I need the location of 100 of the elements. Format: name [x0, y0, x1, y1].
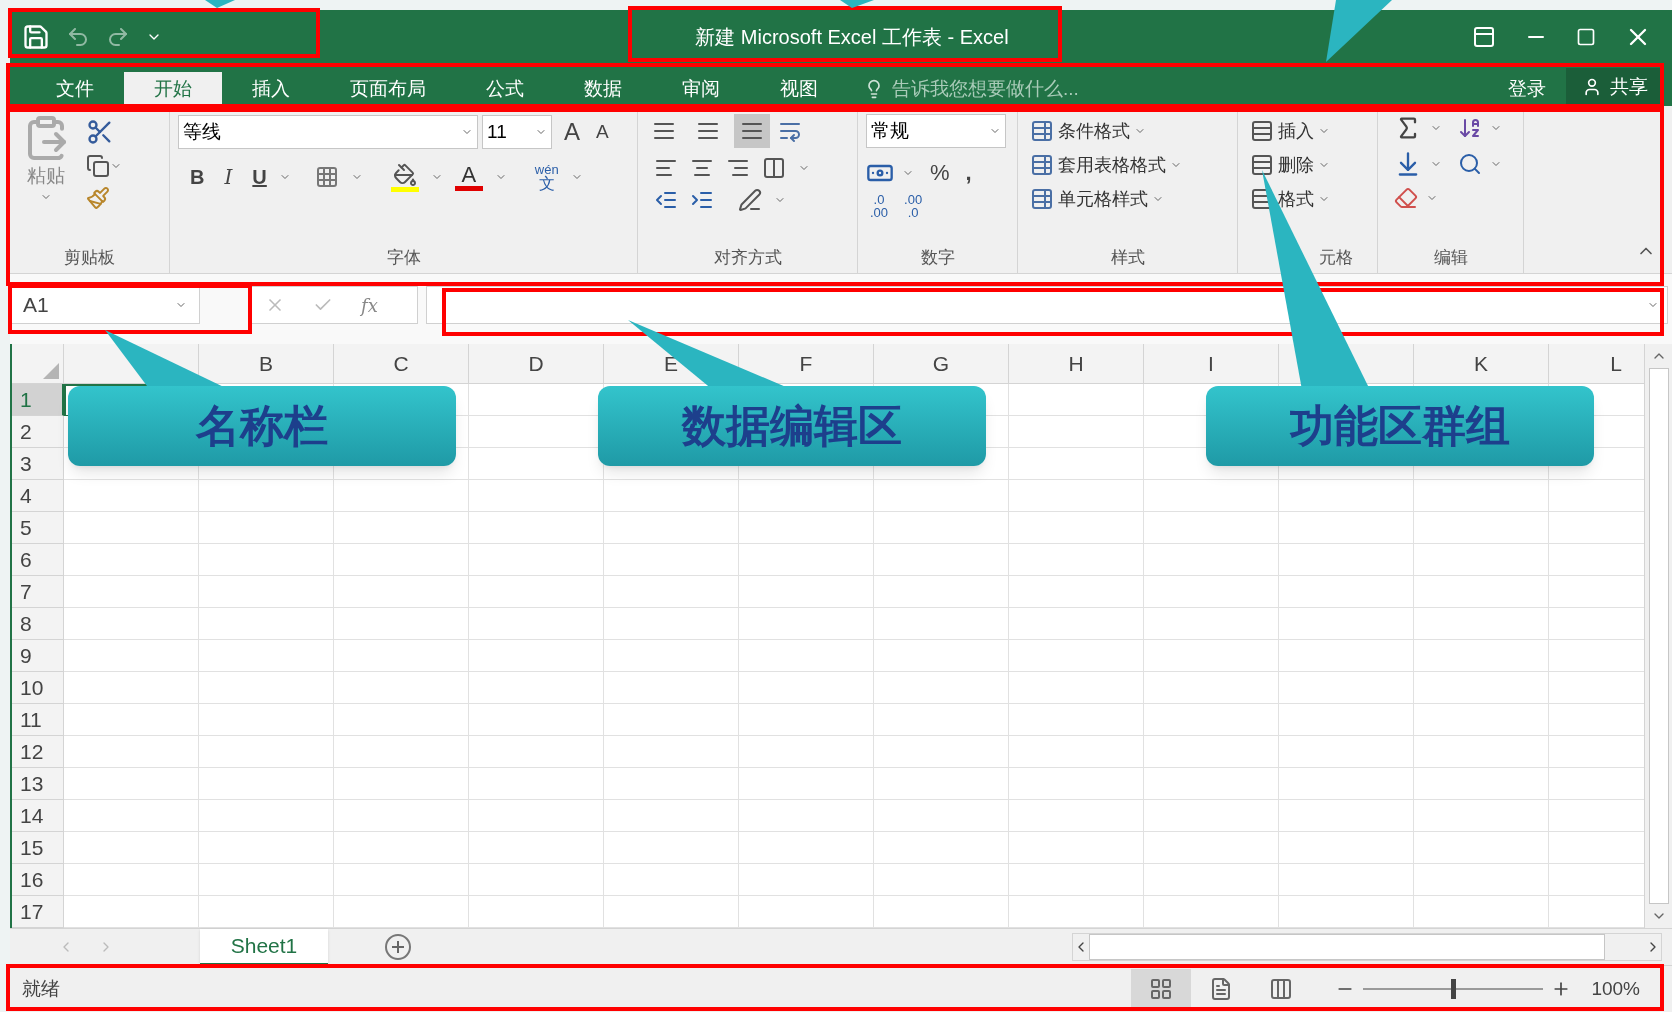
- column-header[interactable]: C: [393, 347, 409, 379]
- grid-cell[interactable]: [1414, 736, 1549, 768]
- view-button[interactable]: [1131, 969, 1192, 1009]
- eraser-icon[interactable]: [1394, 186, 1418, 210]
- grid-cell[interactable]: [604, 800, 739, 832]
- grid-cell[interactable]: [1009, 704, 1144, 736]
- grid-cell[interactable]: [1009, 864, 1144, 896]
- ribbon-tab[interactable]: 开始: [124, 72, 222, 106]
- ribbon-tab[interactable]: 页面布局: [320, 72, 456, 106]
- grid-cell[interactable]: [334, 480, 469, 512]
- grid-cell[interactable]: [1144, 640, 1279, 672]
- grid-cell[interactable]: [1414, 864, 1549, 896]
- grid-cell[interactable]: [739, 832, 874, 864]
- grid-cell[interactable]: [1009, 384, 1144, 416]
- grid-cell[interactable]: [334, 576, 469, 608]
- orientation-icon[interactable]: [738, 188, 762, 212]
- row-header[interactable]: 3: [12, 448, 64, 480]
- grid-cell[interactable]: [1144, 672, 1279, 704]
- grid-cell[interactable]: [199, 544, 334, 576]
- align-button[interactable]: [734, 114, 770, 148]
- style-menu-button[interactable]: 单元格样式: [1026, 182, 1229, 216]
- grid-cell[interactable]: [604, 672, 739, 704]
- column-header[interactable]: L: [1610, 347, 1622, 379]
- scrollbar-thumb[interactable]: [1089, 934, 1605, 960]
- ribbon-display-icon[interactable]: [1472, 25, 1496, 49]
- grid-cell[interactable]: [64, 672, 199, 704]
- insert-function-button[interactable]: fx: [361, 291, 378, 319]
- grid-cell[interactable]: [199, 576, 334, 608]
- row-header[interactable]: 15: [12, 832, 64, 864]
- grid-cell[interactable]: [199, 832, 334, 864]
- grid-cell[interactable]: [1414, 512, 1549, 544]
- grid-cell[interactable]: [334, 736, 469, 768]
- grid-cell[interactable]: [469, 832, 604, 864]
- row-header[interactable]: 8: [12, 608, 64, 640]
- grid-cell[interactable]: [604, 576, 739, 608]
- grid-cell[interactable]: [739, 480, 874, 512]
- grid-cell[interactable]: [1009, 672, 1144, 704]
- grid-cell[interactable]: [199, 864, 334, 896]
- percent-button[interactable]: %: [922, 156, 958, 189]
- grid-cell[interactable]: [739, 640, 874, 672]
- grid-cell[interactable]: [604, 608, 739, 640]
- grid-cell[interactable]: [874, 768, 1009, 800]
- grid-cell[interactable]: [874, 672, 1009, 704]
- grid-cell[interactable]: [1414, 704, 1549, 736]
- paint-bucket-icon[interactable]: [392, 162, 417, 187]
- grid-cell[interactable]: [64, 736, 199, 768]
- row-header[interactable]: 2: [12, 416, 64, 448]
- row-header[interactable]: 5: [12, 512, 64, 544]
- grid-cell[interactable]: [469, 672, 604, 704]
- grid-cell[interactable]: [64, 480, 199, 512]
- grid-cell[interactable]: [64, 800, 199, 832]
- grid-cell[interactable]: [874, 704, 1009, 736]
- grid-cell[interactable]: [1144, 544, 1279, 576]
- bold-button[interactable]: B: [190, 162, 205, 192]
- row-header[interactable]: 13: [12, 768, 64, 800]
- grid-cell[interactable]: [334, 512, 469, 544]
- font-name-field[interactable]: 等线: [178, 115, 478, 149]
- grid-cell[interactable]: [64, 544, 199, 576]
- grid-cell[interactable]: [874, 832, 1009, 864]
- grid-cell[interactable]: [739, 544, 874, 576]
- grid-cell[interactable]: [739, 800, 874, 832]
- style-menu-button[interactable]: 条件格式: [1026, 114, 1229, 148]
- grid-cell[interactable]: [874, 736, 1009, 768]
- grid-cell[interactable]: [469, 800, 604, 832]
- zoom-level[interactable]: 100%: [1591, 974, 1640, 1004]
- column-header[interactable]: H: [1068, 347, 1084, 379]
- grid-cell[interactable]: [1414, 640, 1549, 672]
- paintbrush-icon[interactable]: [86, 186, 110, 210]
- grid-cell[interactable]: [1279, 608, 1414, 640]
- grid-cell[interactable]: [334, 608, 469, 640]
- grid-cell[interactable]: [604, 768, 739, 800]
- column-header[interactable]: D: [528, 347, 544, 379]
- grid-cell[interactable]: [469, 768, 604, 800]
- grid-cell[interactable]: [1009, 800, 1144, 832]
- grid-cell[interactable]: [199, 672, 334, 704]
- grid-cell[interactable]: [334, 544, 469, 576]
- number-format-field[interactable]: 常规: [866, 114, 1006, 148]
- grid-cell[interactable]: [199, 512, 334, 544]
- grid-cell[interactable]: [604, 544, 739, 576]
- grid-cell[interactable]: [199, 800, 334, 832]
- cells-menu-button[interactable]: 删除: [1246, 148, 1369, 182]
- decrease-decimal-button[interactable]: .00 .0: [904, 193, 923, 219]
- grid-cell[interactable]: [1009, 416, 1144, 448]
- grid-cell[interactable]: [1009, 640, 1144, 672]
- column-header[interactable]: G: [932, 347, 950, 379]
- column-header[interactable]: B: [259, 347, 273, 379]
- grid-cell[interactable]: [1144, 576, 1279, 608]
- column-header[interactable]: I: [1208, 347, 1214, 379]
- ribbon-tab[interactable]: 审阅: [652, 72, 750, 106]
- grid-cell[interactable]: [604, 512, 739, 544]
- grid-cell[interactable]: [1009, 448, 1144, 480]
- grid-cell[interactable]: [1414, 544, 1549, 576]
- grid-cell[interactable]: [1009, 576, 1144, 608]
- grid-cell[interactable]: [1414, 576, 1549, 608]
- grid-cell[interactable]: [1279, 768, 1414, 800]
- row-header[interactable]: 4: [12, 480, 64, 512]
- shrink-font-button[interactable]: A: [592, 117, 613, 147]
- grid-cell[interactable]: [874, 512, 1009, 544]
- grid-cell[interactable]: [334, 832, 469, 864]
- save-icon[interactable]: [22, 23, 50, 51]
